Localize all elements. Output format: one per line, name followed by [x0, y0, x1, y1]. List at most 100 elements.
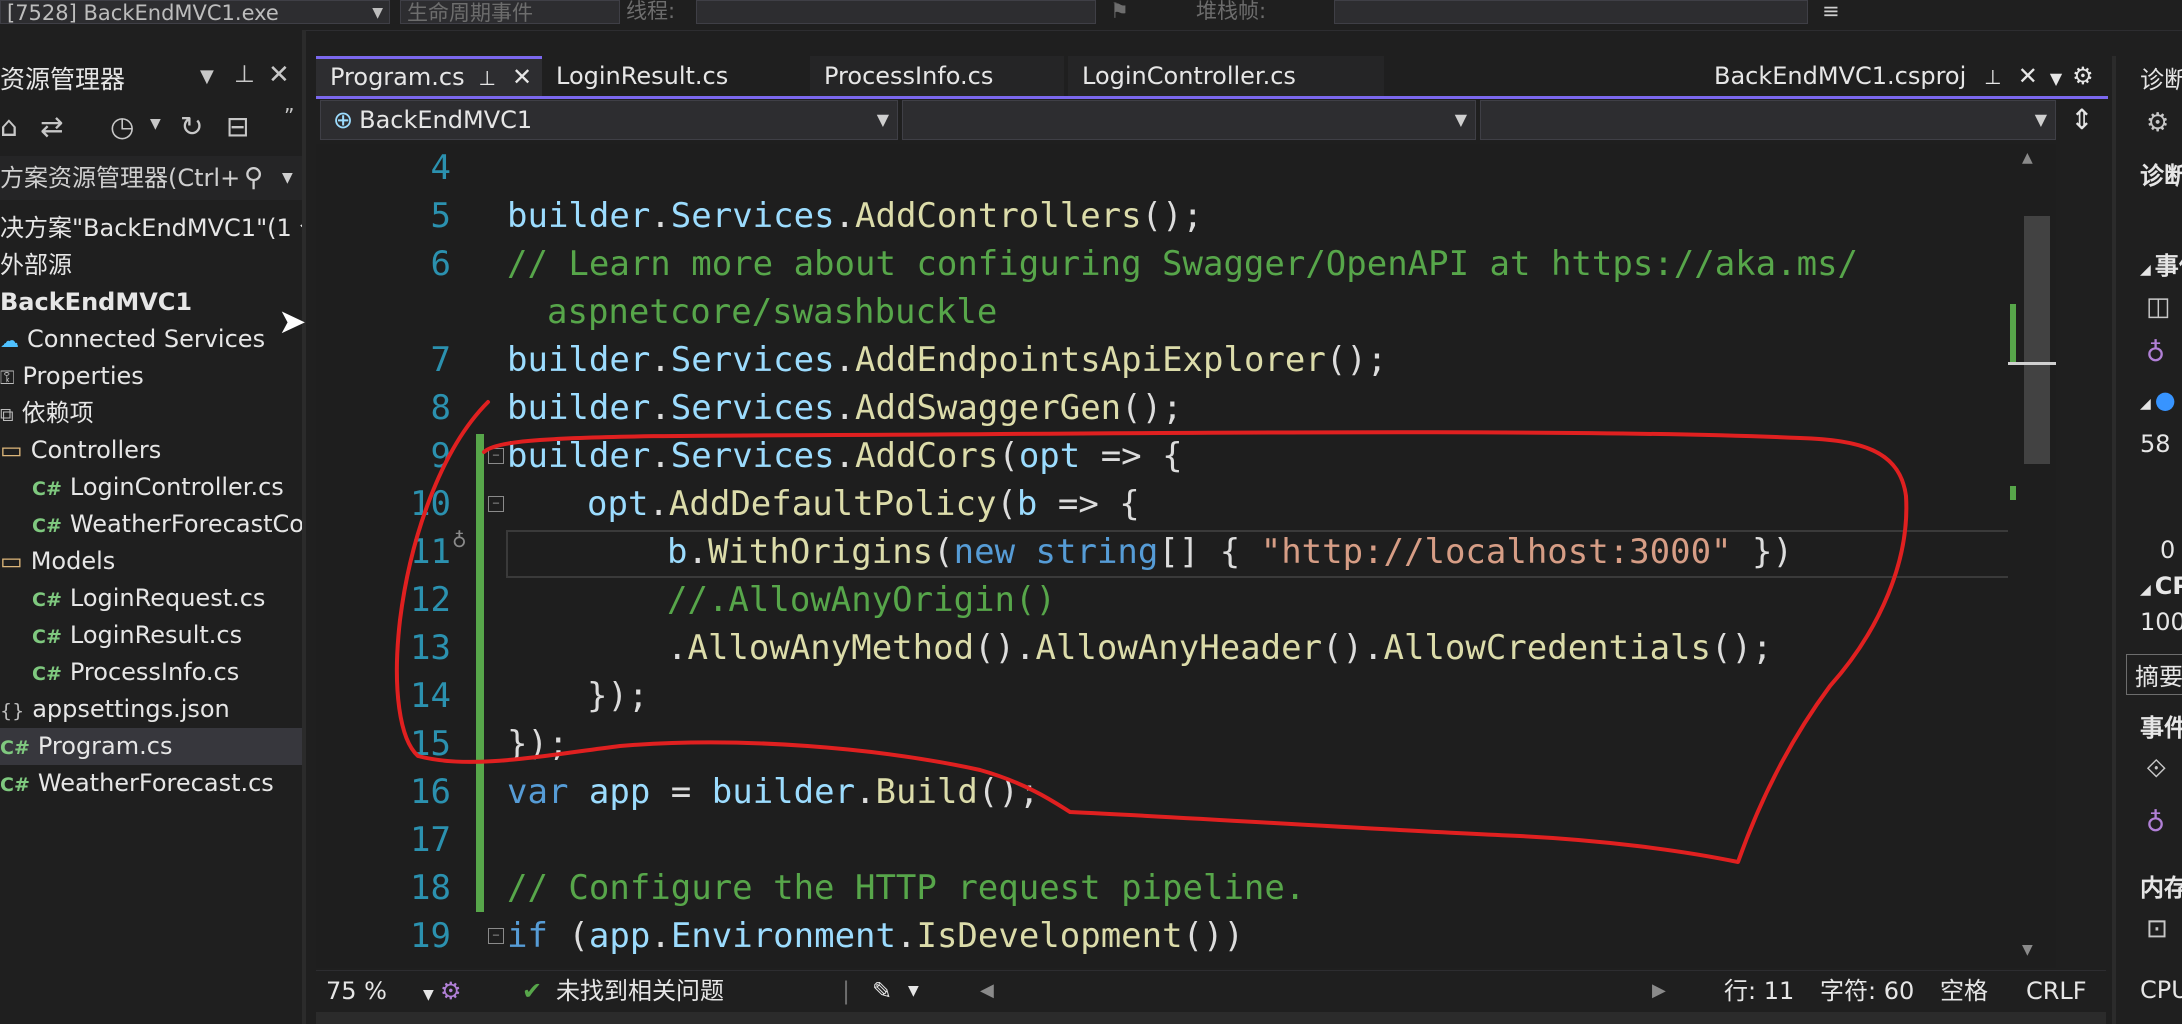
pin-icon[interactable]: ⊥: [479, 66, 496, 90]
tree-item-properties[interactable]: ⚿ Properties: [0, 358, 302, 395]
lightbulb-icon[interactable]: ♁: [452, 528, 467, 552]
tab-loginresult[interactable]: LoginResult.cs: [542, 56, 806, 96]
fold-toggle-icon[interactable]: −: [488, 928, 504, 944]
member-dropdown[interactable]: ▼: [1480, 100, 2056, 140]
process-dropdown[interactable]: [7528] BackEndMVC1.exe ▼: [0, 0, 390, 24]
history-icon[interactable]: ◷: [110, 110, 134, 143]
code-line: });: [507, 724, 569, 764]
tree-item-program[interactable]: C# Program.cs: [0, 728, 302, 765]
tree-item-loginresult[interactable]: C# LoginResult.cs: [0, 617, 302, 654]
gear-icon[interactable]: ⚙: [2072, 62, 2094, 90]
flag-icon[interactable]: ⚑: [1110, 0, 1129, 24]
eol-indicator[interactable]: CRLF: [2026, 971, 2087, 1011]
scroll-up-icon[interactable]: ▲: [2022, 150, 2033, 166]
process-label: [7528] BackEndMVC1.exe: [7, 1, 279, 24]
collapse-all-icon[interactable]: ⊟: [226, 110, 249, 143]
fold-toggle-icon[interactable]: −: [488, 496, 504, 512]
tab-logincontroller[interactable]: LoginController.cs: [1068, 56, 1384, 96]
close-icon[interactable]: ✕: [512, 63, 532, 91]
whitespace-indicator[interactable]: 空格: [1940, 971, 1988, 1011]
project-dropdown[interactable]: ⊕ BackEndMVC1 ▼: [320, 100, 898, 140]
chevron-down-icon: ▼: [372, 5, 383, 21]
home-icon[interactable]: ⌂: [0, 110, 18, 143]
pin-icon[interactable]: ⊥: [234, 60, 255, 88]
solution-search-input[interactable]: 方案资源管理器(Ctrl+ ⚲ ▼: [0, 156, 302, 200]
tree-item-controllers[interactable]: ▭ Controllers: [0, 432, 302, 469]
events-section[interactable]: ◢事件: [2140, 246, 2182, 281]
scroll-down-icon[interactable]: ▼: [2022, 942, 2033, 958]
summary-label: 摘要: [2135, 663, 2182, 691]
tab-program[interactable]: Program.cs ⊥ ✕: [316, 56, 542, 96]
code-comment-wrap: aspnetcore/swashbuckle: [547, 292, 998, 332]
tab-processinfo[interactable]: ProcessInfo.cs: [810, 56, 1064, 96]
char-indicator[interactable]: 字符: 60: [1820, 971, 1914, 1011]
cpu-section[interactable]: ◢CPU: [2140, 572, 2182, 600]
chevron-down-icon[interactable]: ▼: [908, 971, 919, 1011]
line-number: 18: [410, 868, 451, 908]
thread-label: 线程:: [626, 0, 676, 23]
memory-usage-heading: 内存: [2140, 874, 2182, 902]
intellicode-icon[interactable]: ⚙: [440, 971, 462, 1011]
close-icon[interactable]: ✕: [2018, 62, 2038, 90]
line-number: 8: [430, 388, 451, 428]
tab-csproj[interactable]: BackEndMVC1.csproj ⊥ ✕ ▼ ⚙: [1700, 56, 2108, 96]
folder-icon: ▭: [0, 547, 23, 575]
show-events-icon[interactable]: ⟐: [2146, 754, 2167, 785]
tree-item-solution[interactable]: 决方案"BackEndMVC1"(1 个项: [0, 210, 302, 247]
tree-item-label: Models: [30, 547, 116, 575]
split-editor-icon[interactable]: ⇕: [2062, 100, 2102, 140]
refresh-icon[interactable]: ↻: [180, 110, 203, 143]
chevron-down-icon: ▼: [2034, 110, 2047, 129]
overflow-icon[interactable]: ”: [284, 104, 294, 128]
code-comment: // Learn more about configuring Swagger/…: [507, 244, 1859, 284]
scroll-right-icon[interactable]: ▶: [1652, 971, 1666, 1011]
dependencies-icon: ⧉: [0, 404, 14, 426]
line-indicator[interactable]: 行: 11: [1724, 971, 1794, 1011]
project-dropdown-label: BackEndMVC1: [359, 106, 533, 134]
tree-item-external-sources[interactable]: 外部源: [0, 247, 302, 284]
camera-icon[interactable]: ⊡: [2146, 914, 2168, 944]
tree-item-models[interactable]: ▭ Models: [0, 543, 302, 580]
lightbulb-icon: ♁: [2146, 338, 2166, 368]
scroll-position-marker: [2008, 362, 2056, 365]
switch-view-icon[interactable]: ⇄: [40, 110, 63, 143]
tree-item-appsettings[interactable]: {} appsettings.json: [0, 691, 302, 728]
tree-item-project[interactable]: BackEndMVC1: [0, 284, 302, 321]
tree-item-loginrequest[interactable]: C# LoginRequest.cs: [0, 580, 302, 617]
cleanup-brush-icon[interactable]: ✎: [872, 971, 892, 1011]
tree-item-connected-services[interactable]: ☁ Connected Services: [0, 321, 302, 358]
cpu-usage-heading: CPU: [2140, 976, 2182, 1004]
issues-status[interactable]: 未找到相关问题: [556, 971, 724, 1011]
scrollbar-thumb[interactable]: [2024, 216, 2050, 464]
tree-item-processinfo[interactable]: C# ProcessInfo.cs: [0, 654, 302, 691]
close-icon[interactable]: ✕: [268, 60, 290, 90]
editor-vertical-scrollbar[interactable]: ▲ ▼: [2008, 144, 2056, 968]
type-dropdown[interactable]: ▼: [902, 100, 1476, 140]
tree-item-label: 决方案"BackEndMVC1"(1 个项: [0, 214, 302, 242]
chevron-down-icon[interactable]: ▼: [2050, 69, 2062, 88]
thread-dropdown[interactable]: [696, 0, 1096, 24]
tree-item-weatherforecast[interactable]: C# WeatherForecast.cs: [0, 765, 302, 802]
pin-icon[interactable]: ⊥: [1984, 65, 2001, 89]
diagnostic-tools-panel: 诊断工具 ⚙ 诊断 ◢事件 ◫ ♁ ◢● 58 0 ◢CPU 100 摘要 事件…: [2112, 56, 2182, 1024]
change-indicator-bar: [476, 434, 484, 912]
zoom-dropdown[interactable]: 75 % ▼: [326, 971, 434, 1015]
speech-bubble-icon: ●: [2154, 386, 2176, 414]
scroll-left-icon[interactable]: ◀: [980, 971, 994, 1011]
stack-frame-dropdown[interactable]: [1334, 0, 1808, 24]
toolbar-overflow-icon[interactable]: ≡: [1822, 0, 1840, 24]
chevron-down-icon: ▼: [282, 170, 293, 186]
tree-item-logincontroller[interactable]: C# LoginController.cs: [0, 469, 302, 506]
memory-section[interactable]: ◢ ●: [2140, 386, 2176, 414]
chevron-down-icon[interactable]: ▼: [200, 66, 214, 87]
memory-value: 58: [2140, 430, 2171, 458]
lifecycle-events-dropdown[interactable]: 生命周期事件: [400, 0, 620, 24]
tree-item-dependencies[interactable]: ⧉ 依赖项: [0, 395, 302, 432]
fold-toggle-icon[interactable]: −: [488, 448, 504, 464]
chevron-down-icon[interactable]: ▼: [150, 116, 161, 132]
break-all-icon[interactable]: ◫: [2146, 292, 2171, 322]
tab-summary[interactable]: 摘要: [2126, 654, 2182, 695]
tree-item-weatherforecastcontroller[interactable]: C# WeatherForecastController.cs: [0, 506, 302, 543]
code-editor[interactable]: − − − ♁ 4 5 builder.Services.AddControll…: [316, 144, 2056, 968]
gear-icon[interactable]: ⚙: [2146, 108, 2169, 138]
